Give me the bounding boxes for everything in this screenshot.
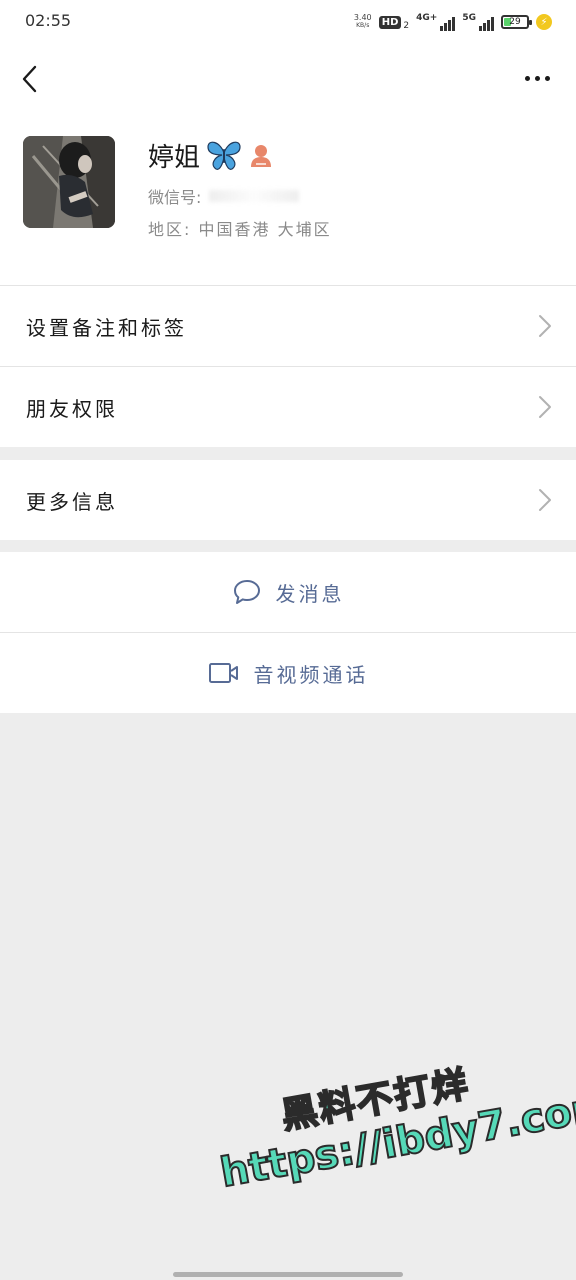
region-value: 中国香港 大埔区 [198, 220, 332, 239]
chat-bubble-icon [232, 578, 262, 606]
status-bar: 02:55 3.40 KB/s HD 2 4G+ 5G 29 ⚡ [0, 0, 576, 44]
person-icon [248, 142, 274, 168]
remark-tags-row[interactable]: 设置备注和标签 [0, 286, 576, 366]
chevron-right-icon [538, 488, 552, 512]
hd-icon: HD [378, 15, 402, 29]
chevron-right-icon [538, 314, 552, 338]
wechat-id-row: 微信号: [148, 184, 300, 208]
home-indicator[interactable] [173, 1272, 403, 1277]
battery-icon: 29 [501, 15, 532, 29]
wechat-id-label: 微信号: [148, 188, 202, 207]
network-speed: 3.40 KB/s [353, 13, 372, 30]
name-row: 婷姐 [148, 137, 274, 173]
send-message-label: 发消息 [275, 581, 345, 606]
send-message-button[interactable]: 发消息 [0, 552, 576, 632]
friend-permissions-row[interactable]: 朋友权限 [0, 367, 576, 447]
more-info-row[interactable]: 更多信息 [0, 460, 576, 540]
lightning-icon: ⚡ [536, 14, 552, 30]
chevron-left-icon[interactable] [14, 62, 44, 96]
status-time: 02:55 [25, 11, 72, 30]
more-info-label: 更多信息 [26, 489, 118, 514]
chevron-right-icon [538, 395, 552, 419]
video-camera-icon [208, 662, 240, 684]
friend-permissions-label: 朋友权限 [26, 396, 118, 421]
wechat-id-redacted [209, 190, 300, 202]
region-label: 地区: [148, 220, 192, 239]
more-dots-icon[interactable] [522, 68, 552, 88]
status-icons: 3.40 KB/s HD 2 4G+ 5G 29 ⚡ [354, 10, 552, 34]
watermark: 黑料不打烊 https://ibdy7.com [208, 1031, 576, 1198]
av-call-label: 音视频通话 [253, 662, 369, 687]
nickname: 婷姐 [148, 142, 201, 173]
butterfly-icon [206, 139, 242, 171]
region-row: 地区: 中国香港 大埔区 [148, 216, 332, 240]
avatar[interactable] [23, 136, 115, 228]
signal-5g-icon: 5G [462, 13, 494, 31]
signal-4g-icon: 4G+ [416, 13, 456, 31]
remark-tags-label: 设置备注和标签 [26, 315, 187, 340]
av-call-button[interactable]: 音视频通话 [0, 633, 576, 713]
